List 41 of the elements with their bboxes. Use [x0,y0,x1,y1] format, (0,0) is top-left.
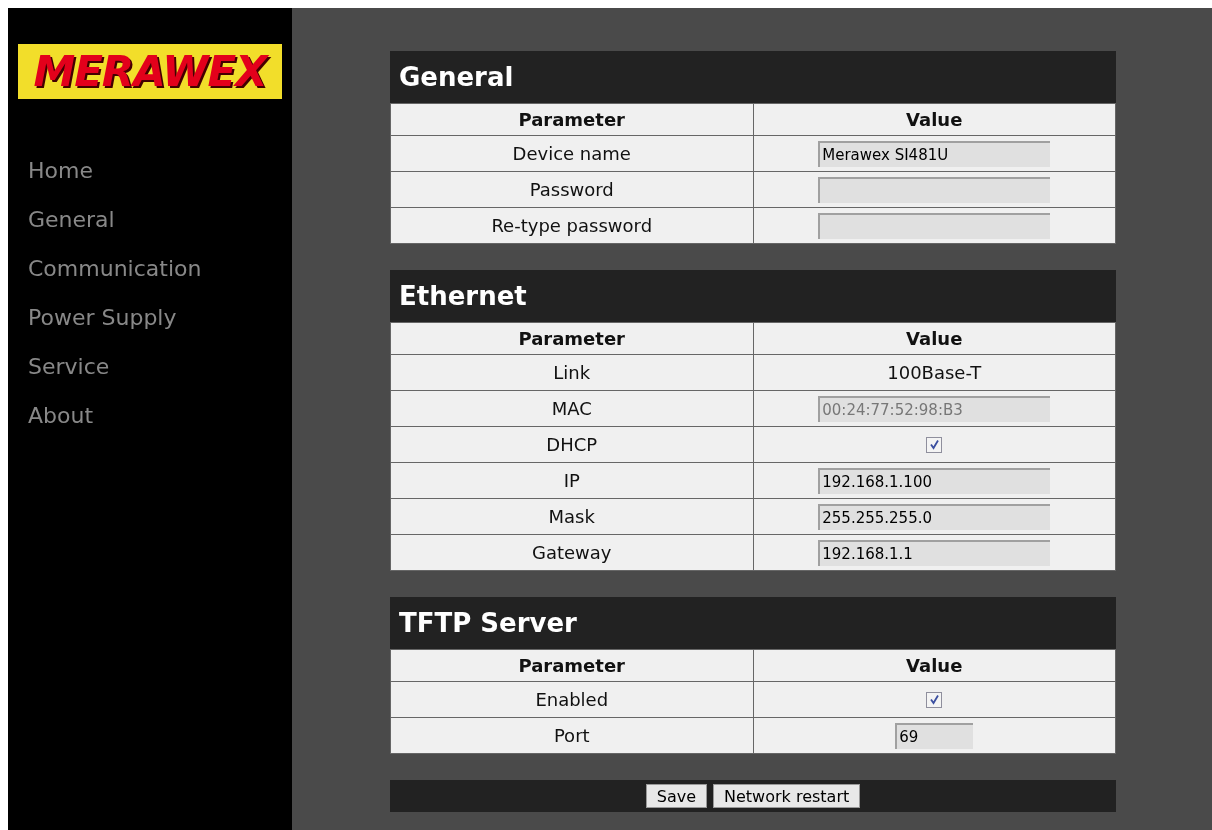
action-button[interactable]: Save [645,784,707,808]
column-header: Value [753,322,1116,355]
logo: MERAWEX [18,44,282,99]
value-text: 100Base-T [887,361,982,385]
parameter-cell: Gateway [390,534,753,571]
section-title: TFTP Server [390,597,1116,649]
nav-link[interactable]: Service [28,353,110,381]
section-title: Ethernet [390,270,1116,322]
text-field[interactable]: Merawex SI481U [818,140,1051,167]
parameter-cell: Mask [390,498,753,535]
parameter-cell: Port [390,717,753,754]
parameter-cell: DHCP [390,426,753,463]
nav-link[interactable]: General [28,206,115,234]
nav-link[interactable]: Home [28,157,93,185]
text-field[interactable]: 192.168.1.1 [818,539,1051,566]
checkbox[interactable] [926,436,943,453]
section-title: General [390,51,1116,103]
column-header: Value [753,649,1116,682]
check-icon [928,694,940,705]
parameter-cell: Device name [390,135,753,172]
parameter-cell: IP [390,462,753,499]
parameter-cell: Enabled [390,681,753,718]
action-button[interactable]: Network restart [713,784,861,808]
parameter-cell: Password [390,171,753,208]
check-icon [928,439,940,450]
parameter-cell: Link [390,354,753,391]
text-field[interactable] [818,212,1051,239]
nav-link[interactable]: Communication [28,255,202,283]
nav-link[interactable]: Power Supply [28,304,177,332]
column-header: Parameter [390,649,753,682]
column-header: Parameter [390,103,753,136]
parameter-cell: MAC [390,390,753,427]
parameter-cell: Re-type password [390,207,753,244]
text-field[interactable]: 192.168.1.100 [818,467,1051,494]
text-field[interactable]: 69 [895,722,974,749]
column-header: Parameter [390,322,753,355]
checkbox[interactable] [926,691,943,708]
column-header: Value [753,103,1116,136]
text-field[interactable] [818,176,1051,203]
text-field[interactable]: 255.255.255.0 [818,503,1051,530]
nav-link[interactable]: About [28,402,94,430]
